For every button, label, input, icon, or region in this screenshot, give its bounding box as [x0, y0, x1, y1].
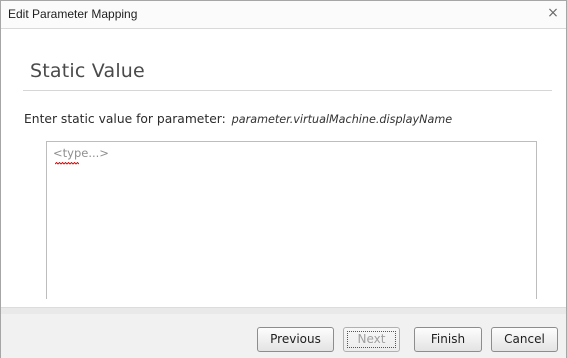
dialog-title: Edit Parameter Mapping [8, 7, 138, 21]
close-icon[interactable]: × [546, 5, 560, 21]
parameter-prompt: Enter static value for parameter: parame… [24, 112, 452, 126]
cancel-button[interactable]: Cancel [491, 327, 558, 352]
dialog-footer: Previous Next Finish Cancel [1, 307, 566, 358]
finish-button[interactable]: Finish [414, 327, 482, 352]
static-value-input[interactable] [46, 141, 537, 299]
parameter-name: parameter.virtualMachine.displayName [231, 113, 453, 126]
prompt-label: Enter static value for parameter: [24, 112, 226, 126]
footer-separator [1, 308, 566, 314]
previous-button[interactable]: Previous [257, 327, 334, 352]
next-button-label: Next [357, 332, 386, 346]
dialog-titlebar: Edit Parameter Mapping × [1, 1, 566, 29]
section-heading: Static Value [30, 60, 145, 82]
edit-parameter-mapping-dialog: Edit Parameter Mapping × Static Value En… [0, 0, 567, 358]
next-button[interactable]: Next [343, 327, 400, 352]
heading-divider [23, 90, 552, 91]
